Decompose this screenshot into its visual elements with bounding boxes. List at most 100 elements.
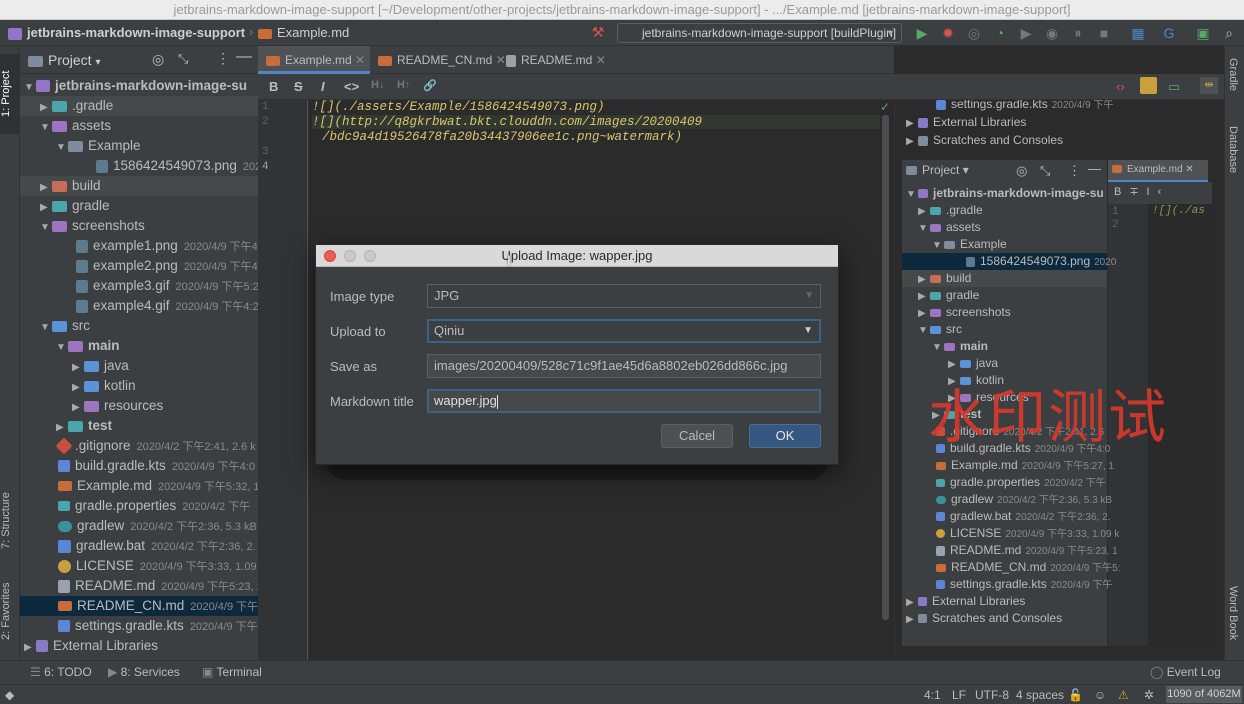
tree-item-gradle-dir[interactable]: ▶ .gradle <box>20 96 258 116</box>
attach-icon[interactable]: ◉ <box>1044 25 1060 41</box>
project-structure-icon[interactable]: ▦ <box>1130 25 1146 41</box>
settings-gear-icon[interactable]: ✲ <box>1144 688 1154 702</box>
project-tool-tab[interactable]: 1: Project <box>0 54 20 134</box>
todo-tool-button[interactable]: ☰ 6: TODO <box>30 665 92 679</box>
search-icon[interactable]: ⌕ <box>1221 25 1237 41</box>
save-as-field[interactable]: images/20200409/528c71c9f1ae45d6a8802eb0… <box>427 354 821 378</box>
tree-item-readme[interactable]: README.md 2020/4/9 下午5:23, 1 <box>20 576 258 596</box>
tab-example-md[interactable]: Example.md ✕ <box>258 46 370 74</box>
tree-item-example1[interactable]: example1.png 2020/4/9 下午4 <box>20 236 258 256</box>
terminal-toggle-icon[interactable]: ▣ <box>1195 25 1211 41</box>
layers-icon[interactable]: ◆ <box>5 688 14 702</box>
line-separator[interactable]: LF <box>952 688 966 702</box>
tree-item-gradlew-bat[interactable]: gradlew.bat 2020/4/2 下午2:36, 2. <box>20 536 258 556</box>
tree-item-root[interactable]: ▼ jetbrains-markdown-image-su <box>20 76 258 96</box>
dialog-title-bar[interactable]: Upload Image: wapper.jpg <box>316 245 838 267</box>
tree-item-assets[interactable]: ▼ assets <box>20 116 258 136</box>
profile-icon[interactable]: ◔ <box>992 25 1008 41</box>
resume-icon[interactable]: ▶ <box>1018 25 1034 41</box>
tree-item-build[interactable]: ▶ build <box>20 176 258 196</box>
markdown-title-field[interactable]: wapper.jpg <box>427 389 821 413</box>
tree-item-gradle-properties[interactable]: gradle.properties 2020/4/2 下午 <box>20 496 258 516</box>
run-coverage-icon[interactable]: ◎ <box>966 25 982 41</box>
tab-readme[interactable]: README.md ✕ <box>498 46 608 74</box>
tree-item-build-gradle[interactable]: build.gradle.kts 2020/4/9 下午4:0 <box>20 456 258 476</box>
strikethrough-button[interactable]: S <box>294 79 303 94</box>
tree-item-settings-gradle[interactable]: settings.gradle.kts 2020/4/9 下午 <box>20 616 258 636</box>
tree-item-example3[interactable]: example3.gif 2020/4/9 下午5:2 <box>20 276 258 296</box>
lock-icon[interactable]: 🔓 <box>1068 688 1083 702</box>
upload-to-select[interactable]: Qiniu ▼ <box>427 319 821 343</box>
maximize-window-icon[interactable] <box>364 250 376 262</box>
pause-icon[interactable]: ⏸ <box>1070 25 1086 41</box>
image-type-select[interactable]: JPG ▼ <box>427 284 821 308</box>
indent-setting[interactable]: 4 spaces <box>1016 688 1064 702</box>
run-icon[interactable]: ▶ <box>914 25 930 41</box>
memory-indicator[interactable]: 1090 of 4062M <box>1166 686 1242 703</box>
tree-item-main[interactable]: ▼ main <box>20 336 258 356</box>
tree-item-gradle[interactable]: ▶ gradle <box>20 196 258 216</box>
inspector-icon[interactable]: ☺ <box>1094 688 1106 702</box>
editor-scrollbar[interactable] <box>882 115 889 620</box>
project-view-select[interactable]: Project ▾ <box>28 52 101 68</box>
debug-icon[interactable]: ✹ <box>940 25 956 41</box>
folder-icon <box>84 380 99 392</box>
structure-tool-tab[interactable]: 7: Structure <box>0 476 20 566</box>
close-icon[interactable]: ✕ <box>355 53 365 67</box>
ok-button[interactable]: OK <box>749 424 821 448</box>
editor-only-icon[interactable]: ‹› <box>1116 79 1125 94</box>
translate-icon[interactable]: G <box>1161 25 1177 41</box>
tree-item-gitignore[interactable]: .gitignore 2020/4/2 下午2:41, 2.6 k <box>20 436 258 456</box>
event-log-button[interactable]: ◯ Event Log <box>1150 665 1221 679</box>
header-up-button[interactable]: H↑ <box>397 79 410 91</box>
tree-item-example4[interactable]: example4.gif 2020/4/9 下午4:2 <box>20 296 258 316</box>
tree-item-resources[interactable]: ▶ resources <box>20 396 258 416</box>
tree-item-screenshots[interactable]: ▼ screenshots <box>20 216 258 236</box>
tree-item-readme-cn[interactable]: README_CN.md2020/4/9 下午5: <box>20 596 258 616</box>
build-hammer-icon[interactable]: ⚒ <box>590 24 606 40</box>
tree-item-test[interactable]: ▶ test <box>20 416 258 436</box>
gradle-tool-tab[interactable]: Gradle <box>1227 58 1239 91</box>
tree-item-example2[interactable]: example2.png 2020/4/9 下午4 <box>20 256 258 276</box>
wordbook-tool-tab[interactable]: Word Book <box>1227 586 1239 640</box>
minimize-window-icon[interactable] <box>344 250 356 262</box>
collapse-icon[interactable]: ⤡ <box>178 51 188 67</box>
terminal-tool-button[interactable]: ▣ Terminal <box>202 665 262 679</box>
locate-icon[interactable]: ◎ <box>152 51 164 68</box>
file-encoding[interactable]: UTF-8 <box>975 688 1009 702</box>
layout-icon[interactable]: ⇹ <box>1200 77 1218 94</box>
hide-panel-icon[interactable]: — <box>236 48 252 66</box>
italic-button[interactable]: I <box>321 79 325 94</box>
services-tool-button[interactable]: ▶ 8: Services <box>108 665 180 679</box>
tree-item-java[interactable]: ▶ java <box>20 356 258 376</box>
split-view-icon[interactable] <box>1140 77 1157 94</box>
favorites-tool-tab[interactable]: 2: Favorites <box>0 571 20 651</box>
tree-item-kotlin[interactable]: ▶ kotlin <box>20 376 258 396</box>
cancel-button[interactable]: Calcel <box>661 424 733 448</box>
breadcrumb-project[interactable]: jetbrains-markdown-image-support <box>8 25 245 40</box>
close-window-icon[interactable] <box>324 250 336 262</box>
bold-button[interactable]: B <box>269 79 278 94</box>
run-configuration-select[interactable]: jetbrains-markdown-image-support [buildP… <box>617 23 902 43</box>
header-down-button[interactable]: H↓ <box>371 79 384 91</box>
close-icon[interactable]: ✕ <box>596 53 606 67</box>
more-options-icon[interactable]: ⋮ <box>216 50 230 67</box>
link-button[interactable]: 🔗 <box>423 79 437 92</box>
tree-item-gradlew[interactable]: gradlew 2020/4/2 下午2:36, 5.3 kB <box>20 516 258 536</box>
tab-readme-cn[interactable]: README_CN.md ✕ <box>370 46 506 74</box>
tree-item-license[interactable]: LICENSE 2020/4/9 下午3:33, 1.09 k <box>20 556 258 576</box>
terminal-icon: ▣ <box>202 665 217 679</box>
caret-position[interactable]: 4:1 <box>924 688 941 702</box>
tree-item-src[interactable]: ▼ src <box>20 316 258 336</box>
breadcrumb-file[interactable]: Example.md <box>258 25 349 40</box>
tree-item-external-libraries[interactable]: ▶ External Libraries <box>20 636 258 656</box>
stop-icon[interactable]: ■ <box>1096 25 1112 41</box>
tree-item-example[interactable]: ▼ Example <box>20 136 258 156</box>
database-tool-tab[interactable]: Database <box>1227 126 1239 173</box>
tree-item-png[interactable]: 1586424549073.png2020 <box>20 156 258 176</box>
code-button[interactable]: <> <box>344 79 359 94</box>
license-icon <box>58 559 71 573</box>
tree-item-example-md[interactable]: Example.md 2020/4/9 下午5:32, 1 <box>20 476 258 496</box>
preview-only-icon[interactable]: ▭ <box>1168 79 1180 95</box>
git-warning-icon[interactable]: ⚠ <box>1118 688 1129 702</box>
